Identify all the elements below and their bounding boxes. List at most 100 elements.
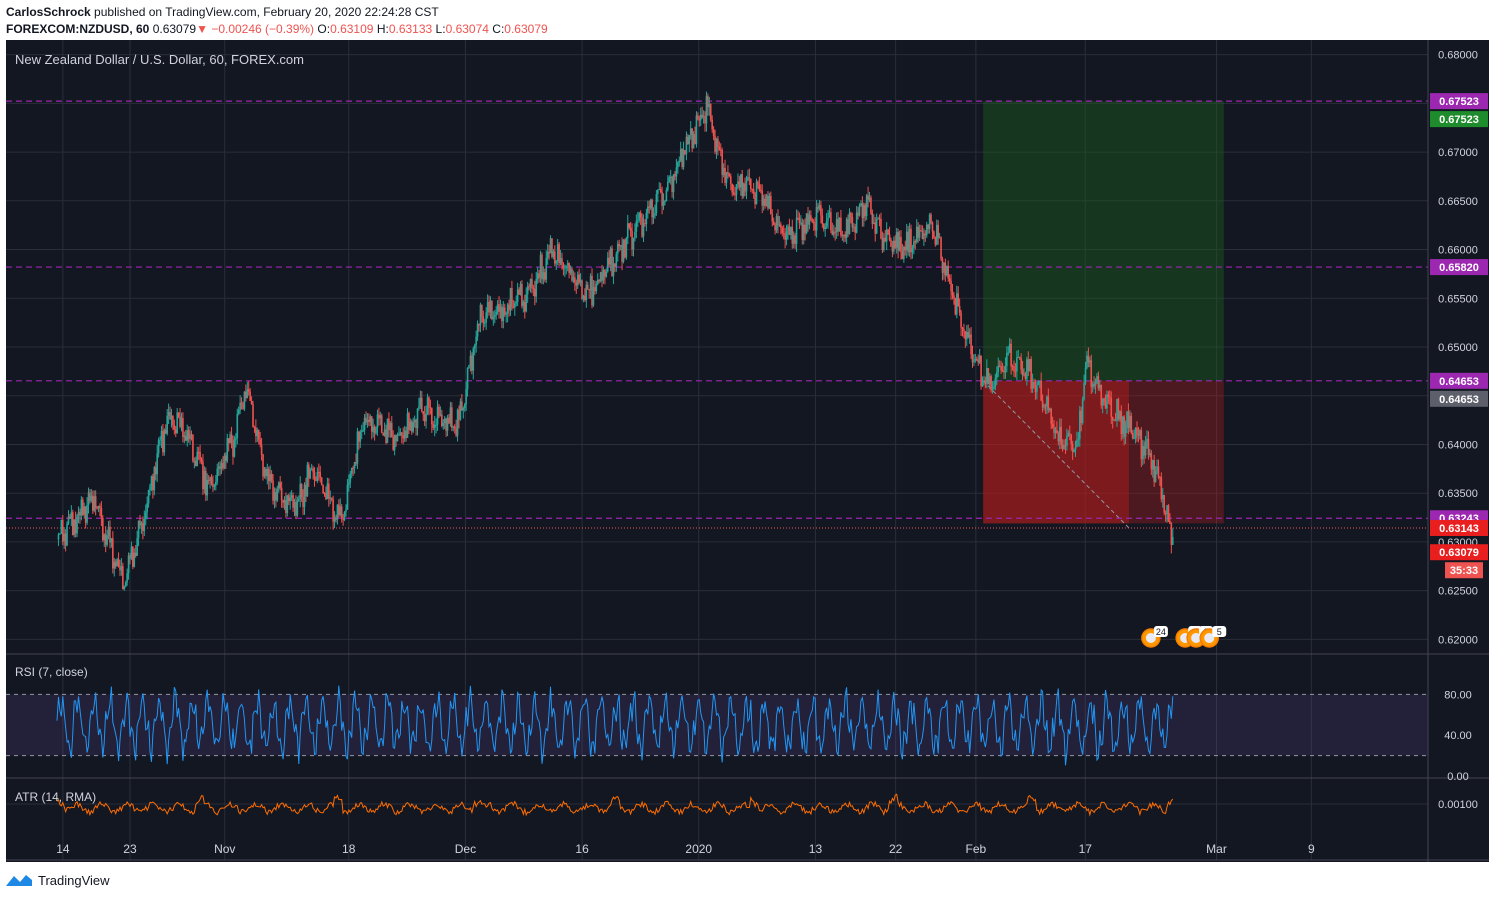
candle-body	[382, 432, 384, 436]
candle-body	[534, 288, 536, 297]
candle-body	[674, 174, 676, 177]
candle-body	[1107, 394, 1110, 398]
candle-body	[329, 497, 332, 499]
candle-body	[767, 195, 769, 209]
candle-body	[677, 162, 679, 168]
author-name[interactable]: CarlosSchrock	[6, 5, 91, 19]
candle-body	[120, 566, 123, 571]
price-tick-label: 0.66500	[1438, 196, 1478, 208]
candle-body	[272, 480, 274, 501]
candle-body	[461, 401, 463, 411]
candle-body	[918, 230, 921, 238]
candle-body	[614, 263, 616, 267]
candle-body	[217, 466, 220, 469]
candle-body	[1100, 384, 1103, 406]
candle-body	[837, 219, 839, 232]
chart-container[interactable]: 24325 0.680000.675000.670000.665000.6600…	[6, 40, 1489, 862]
candle-body	[772, 221, 775, 226]
candle-body	[94, 496, 97, 508]
candle-body	[738, 181, 741, 188]
position-zones[interactable]	[982, 101, 1224, 529]
candle-body	[725, 172, 728, 183]
profit-zone[interactable]	[983, 101, 1224, 381]
candle-body	[376, 414, 379, 428]
candle-body	[657, 189, 659, 194]
candle-body	[667, 181, 669, 190]
candle-body	[1036, 385, 1038, 393]
candle-body	[697, 115, 699, 120]
candle-body	[509, 287, 512, 311]
candle-body	[586, 284, 589, 289]
candle-body	[679, 149, 682, 161]
candle-body	[719, 149, 722, 151]
candle-body	[1154, 470, 1157, 482]
candle-body	[847, 219, 849, 234]
candle-body	[318, 471, 320, 473]
candle-body	[734, 194, 736, 196]
candle-body	[169, 412, 171, 420]
candle-body	[230, 434, 233, 443]
candle-body	[943, 262, 945, 273]
candle-body	[974, 358, 977, 361]
rsi-pane[interactable]	[6, 685, 1428, 766]
candle-body	[299, 483, 302, 500]
candle-body	[996, 371, 998, 378]
event-markers[interactable]: 24325	[1141, 626, 1227, 648]
candle-body	[1071, 443, 1074, 453]
candle-body	[160, 431, 163, 440]
candle-body	[119, 566, 121, 571]
candle-body	[132, 546, 134, 567]
candle-body	[605, 271, 608, 277]
candle-body	[472, 348, 475, 371]
candle-body	[1040, 381, 1042, 401]
candle-body	[1021, 369, 1024, 376]
candle-body	[389, 422, 392, 430]
candle-body	[513, 303, 516, 308]
candle-body	[526, 286, 529, 295]
candle-body	[983, 380, 985, 384]
candle-body	[229, 434, 231, 444]
candle-body	[622, 239, 625, 262]
published-text: published on TradingView.com, February 2…	[94, 5, 439, 19]
candle-body	[807, 213, 809, 225]
candle-body	[905, 231, 908, 251]
candle-body	[998, 365, 1001, 367]
time-tick-label: Mar	[1206, 842, 1227, 856]
candle-body	[359, 431, 362, 442]
candle-body	[818, 205, 821, 209]
candle-body	[732, 192, 735, 195]
candle-body	[529, 279, 532, 287]
event-count: 24	[1156, 627, 1166, 637]
candle-body	[721, 150, 723, 175]
candle-body	[104, 534, 107, 545]
candle-body	[562, 265, 565, 269]
candle-body	[938, 237, 941, 239]
candle-body	[233, 439, 236, 457]
candle-body	[210, 477, 213, 484]
candle-body	[398, 434, 400, 436]
candle-body	[911, 247, 914, 253]
candle-body	[1033, 381, 1035, 388]
candle-body	[462, 408, 465, 411]
candle-body	[832, 231, 835, 235]
candle-body	[953, 295, 955, 299]
candle-body	[227, 438, 230, 444]
candle-body	[636, 220, 639, 222]
candle-body	[784, 234, 786, 240]
candle-body	[1149, 453, 1151, 455]
candle-body	[1008, 343, 1011, 353]
candle-body	[476, 323, 479, 337]
candle-body	[77, 512, 80, 516]
candle-body	[792, 235, 795, 244]
candle-body	[1169, 520, 1171, 524]
candle-body	[711, 119, 713, 130]
candle-body	[378, 414, 380, 419]
candle-body	[257, 430, 260, 440]
candle-body	[858, 205, 861, 216]
candle-body	[681, 149, 683, 167]
candle-body	[782, 233, 785, 235]
candle-body	[1077, 439, 1080, 441]
candle-body	[704, 116, 706, 124]
candle-body	[339, 506, 342, 516]
candle-body	[1127, 411, 1130, 429]
